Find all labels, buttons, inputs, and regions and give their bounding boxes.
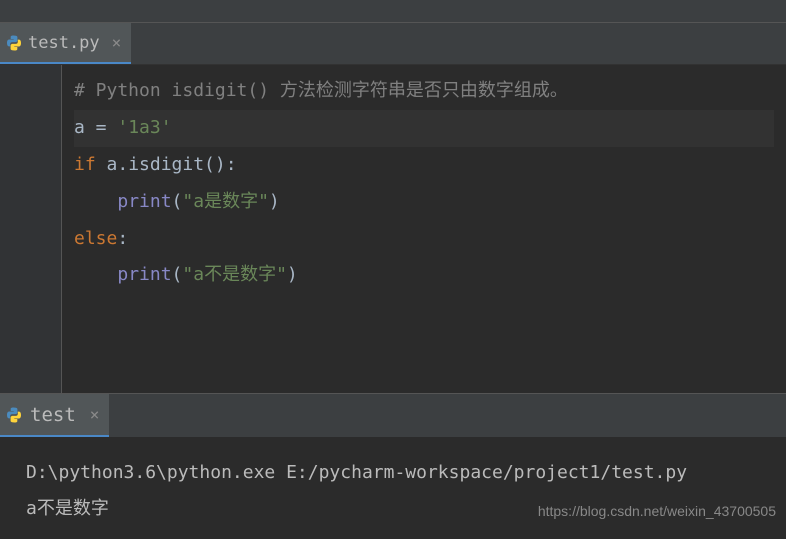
console-line-1: D:\python3.6\python.exe E:/pycharm-works… <box>26 455 760 491</box>
editor-tab-label: test.py <box>28 33 100 53</box>
close-icon[interactable]: × <box>106 33 122 52</box>
console-tab-row: test × <box>0 393 786 437</box>
code-line-3[interactable]: if a.isdigit(): <box>74 147 774 184</box>
close-icon[interactable]: × <box>84 405 100 424</box>
gutter[interactable] <box>0 65 62 393</box>
editor-tab-active[interactable]: test.py × <box>0 23 131 64</box>
editor-tab-row: test.py × <box>0 23 786 65</box>
editor-area: # Python isdigit() 方法检测字符串是否只由数字组成。 a = … <box>0 65 786 393</box>
console-tab-active[interactable]: test × <box>0 394 109 437</box>
code-line-1[interactable]: # Python isdigit() 方法检测字符串是否只由数字组成。 <box>74 73 774 110</box>
top-toolbar <box>0 0 786 23</box>
code-line-5[interactable]: else: <box>74 221 774 258</box>
python-run-icon <box>6 407 22 423</box>
python-file-icon <box>6 35 22 51</box>
code-line-2[interactable]: a = '1a3' <box>74 110 774 147</box>
watermark-text: https://blog.csdn.net/weixin_43700505 <box>538 497 776 525</box>
code-line-4[interactable]: print("a是数字") <box>74 184 774 221</box>
console-output[interactable]: D:\python3.6\python.exe E:/pycharm-works… <box>0 437 786 539</box>
code-editor[interactable]: # Python isdigit() 方法检测字符串是否只由数字组成。 a = … <box>62 65 786 393</box>
console-tab-label: test <box>30 404 76 426</box>
code-line-6[interactable]: print("a不是数字") <box>74 257 774 294</box>
